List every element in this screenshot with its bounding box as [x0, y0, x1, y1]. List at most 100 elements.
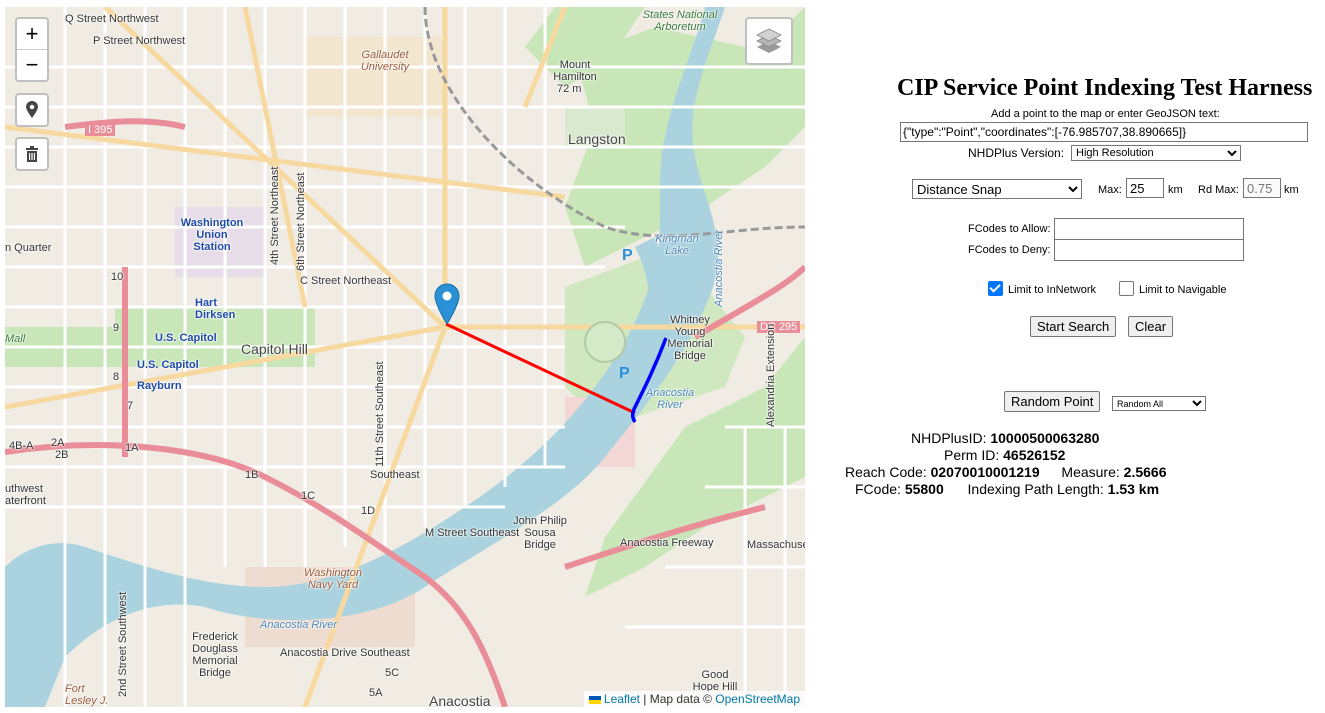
nhdplus-label: NHDPlus Version:	[968, 146, 1065, 160]
result-nhdplusid: NHDPlusID: 10000500063280	[911, 430, 1099, 446]
fcode-label: FCode:	[855, 481, 901, 497]
map-label: Q Street Northwest	[65, 13, 159, 25]
max-distance-input[interactable]	[1126, 178, 1164, 198]
map-label: Alexandria Extension	[765, 323, 777, 427]
nhdplus-version-select[interactable]: High Resolution	[1071, 145, 1241, 161]
rdmax-label: Rd Max:	[1198, 184, 1239, 196]
geojson-input[interactable]	[900, 122, 1308, 142]
leaflet-link[interactable]: Leaflet	[604, 692, 640, 706]
max-label: Max:	[1098, 184, 1122, 196]
map-label: Massachusetts	[747, 539, 805, 551]
result-fcode: FCode: 55800 Indexing Path Length: 1.53 …	[855, 481, 1159, 497]
map-label: 7	[127, 400, 134, 412]
fcodes-deny-input[interactable]	[1054, 239, 1244, 261]
map-label: Mount Hamilton	[553, 59, 597, 83]
result-permid: Perm ID: 46526152	[944, 447, 1065, 463]
map-label: U.S. Capitol	[155, 332, 217, 344]
map-label: 1B	[245, 469, 259, 481]
map-label: Washington Navy Yard	[304, 567, 362, 591]
map-label: Anacostia Drive Southeast	[280, 647, 410, 659]
map-attribution: Leaflet | Map data © OpenStreetMap	[583, 691, 805, 707]
map-label: P Street Northwest	[93, 35, 186, 47]
map-label: Rayburn	[137, 380, 182, 392]
osm-link[interactable]: OpenStreetMap	[715, 692, 800, 706]
parking-icon: P	[619, 365, 630, 382]
trash-icon	[26, 146, 38, 162]
map-label: DC 295	[757, 321, 801, 333]
map-label: 10	[111, 271, 124, 283]
start-search-button[interactable]: Start Search	[1030, 316, 1117, 337]
map-label: Anacostia River	[645, 387, 695, 411]
map-label: Washington Union Station	[180, 217, 244, 253]
map-label: 5C	[385, 667, 400, 679]
map-label: U.S. Capitol	[137, 359, 199, 371]
map-label: Fort Lesley J. McNair	[65, 683, 109, 707]
map-label: States National Arboretum	[642, 9, 718, 33]
map-label: 72 m	[557, 83, 582, 95]
reachcode-label: Reach Code:	[845, 464, 927, 480]
zoom-control: + −	[15, 17, 49, 82]
map-label: Hart Dirksen	[195, 297, 236, 321]
layers-icon	[756, 28, 782, 53]
map-label: 2nd Street Southwest	[117, 591, 129, 697]
map-label: Anacostia River	[260, 619, 338, 631]
random-type-select[interactable]: Random All	[1112, 396, 1206, 411]
nhdplusid-value: 10000500063280	[990, 430, 1100, 446]
map-label: Good Hope Hill	[692, 669, 738, 693]
delete-layers-button[interactable]	[15, 137, 49, 171]
layers-control-button[interactable]	[745, 17, 793, 65]
ukraine-flag-icon	[588, 695, 601, 704]
max-unit-label: km	[1168, 184, 1183, 196]
map-label: Kingman Lake	[655, 233, 699, 257]
map-label: I 395	[85, 124, 116, 136]
rdmax-unit-label: km	[1284, 184, 1299, 196]
map-label: C Street Northeast	[300, 275, 392, 287]
clear-button[interactable]: Clear	[1128, 316, 1174, 337]
map-label: 8	[113, 371, 120, 383]
page-title: CIP Service Point Indexing Test Harness	[897, 75, 1313, 101]
marker-icon	[26, 101, 38, 118]
map-label: n Quarter	[5, 242, 52, 254]
map-label: 9	[113, 322, 120, 334]
pathlen-value: 1.53 km	[1107, 481, 1160, 497]
map-label: Southeast	[370, 469, 420, 481]
fcodes-deny-label: FCodes to Deny:	[968, 244, 1051, 256]
map-label: 4th Street Northeast	[269, 166, 281, 265]
reachcode-value: 02070010001219	[930, 464, 1040, 480]
rdmax-input[interactable]	[1243, 178, 1281, 198]
map-label: 1A	[125, 442, 139, 454]
random-point-button[interactable]: Random Point	[1004, 391, 1101, 412]
map-label: 6th Street Northeast	[295, 172, 307, 271]
map-label: 5A	[369, 687, 383, 699]
search-method-select[interactable]: Distance Snap	[912, 179, 1082, 199]
map-label: John Philip Sousa Bridge	[513, 515, 567, 551]
map-label: 2A	[51, 437, 65, 449]
parking-icon: P	[622, 247, 633, 264]
map-label: Anacostia Freeway	[620, 537, 714, 549]
instruction-text: Add a point to the map or enter GeoJSON …	[991, 108, 1220, 120]
zoom-out-button[interactable]: −	[17, 50, 47, 80]
measure-label: Measure:	[1061, 464, 1120, 480]
fcode-value: 55800	[904, 481, 944, 497]
map-label: Anacostia	[429, 693, 491, 707]
map-view[interactable]: Q Street Northwest P Street Northwest Ga…	[5, 7, 805, 707]
navigable-checkbox[interactable]	[1119, 281, 1134, 296]
map-label: 4B-A	[9, 440, 34, 452]
zoom-in-button[interactable]: +	[17, 19, 47, 50]
map-label: 11th Street Southeast	[374, 361, 386, 467]
draw-marker-button[interactable]	[15, 93, 49, 127]
innetwork-checkbox[interactable]	[988, 281, 1003, 296]
map-label: Gallaudet University	[360, 49, 410, 73]
fcodes-allow-input[interactable]	[1054, 218, 1244, 240]
nhdplusid-label: NHDPlusID:	[911, 430, 987, 446]
map-label: Whitney Young Memorial Bridge	[667, 314, 713, 362]
map-label: 1C	[301, 490, 316, 502]
map-label: Langston	[568, 131, 626, 147]
map-label: M Street Southeast	[425, 527, 520, 539]
map-label: Capitol Hill	[241, 341, 308, 357]
map-label: 1D	[361, 505, 376, 517]
attribution-text: | Map data ©	[639, 692, 716, 706]
map-label: 2B	[55, 449, 69, 461]
map-label: Anacostia River	[713, 229, 725, 307]
map-marker-icon[interactable]	[434, 283, 460, 325]
